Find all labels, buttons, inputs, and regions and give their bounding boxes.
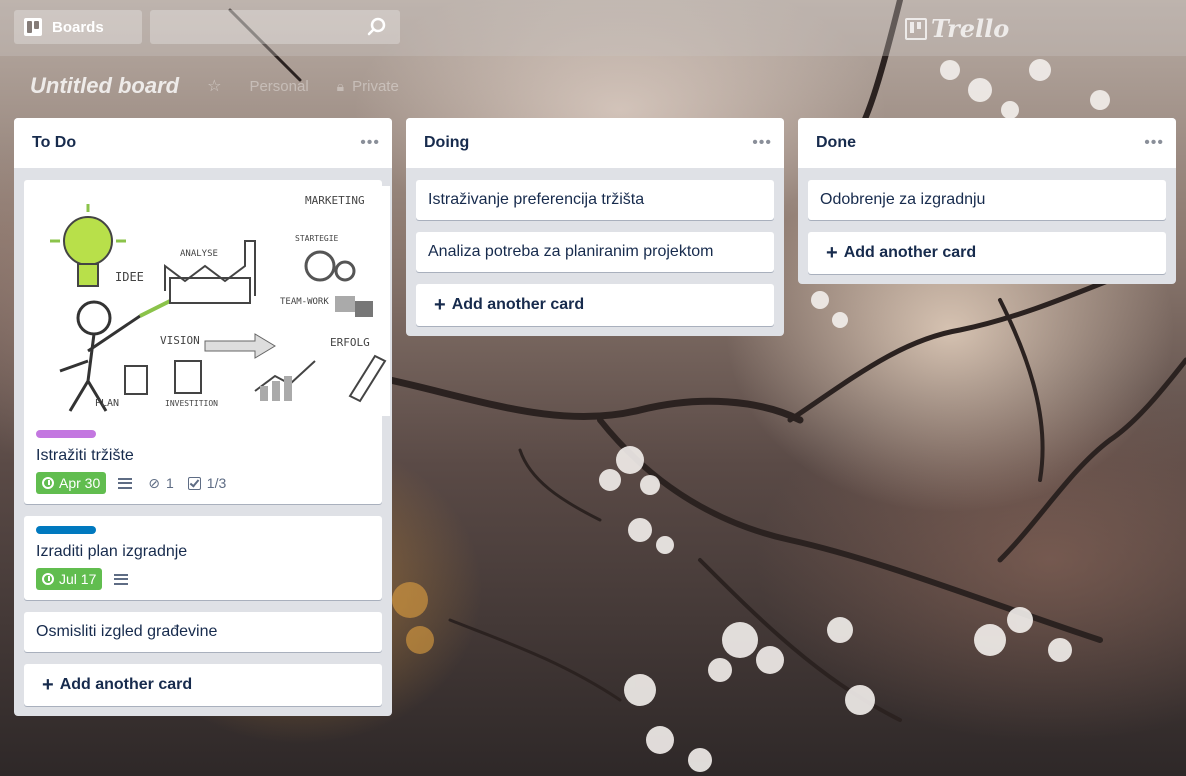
card-izraditi-plan[interactable]: Izraditi plan izgradnje Jul 17 — [24, 516, 382, 600]
cover-word: ERFOLG — [330, 336, 370, 349]
list-done: Done ••• Odobrenje za izgradnju + Add an… — [798, 118, 1176, 284]
boards-button-label: Boards — [52, 18, 104, 36]
board-header: Untitled board ☆ Personal 🔒︎ Private — [0, 66, 700, 106]
checklist-icon — [187, 476, 201, 490]
card-title: Istraživanje preferencija tržišta — [428, 191, 645, 208]
list-header[interactable]: Doing ••• — [406, 118, 784, 168]
card-title: Izraditi plan izgradnje — [36, 543, 188, 560]
card-title: Osmisliti izgled građevine — [36, 623, 218, 640]
add-card-label: Add another card — [843, 244, 977, 261]
card-badges: Jul 17 — [36, 568, 372, 590]
list-header[interactable]: Done ••• — [798, 118, 1176, 168]
top-header: Boards Trello — [0, 0, 1186, 56]
more-icon[interactable]: ••• — [752, 134, 772, 152]
paperclip-icon: ⊘ — [148, 475, 160, 491]
trello-logo[interactable]: Trello — [905, 14, 1009, 43]
add-card-label: Add another card — [451, 296, 585, 313]
trello-logo-icon — [905, 17, 927, 40]
card-label[interactable] — [36, 430, 96, 438]
search-input[interactable] — [150, 10, 400, 44]
card-list: Odobrenje za izgradnju + Add another car… — [798, 168, 1176, 284]
add-card-button[interactable]: + Add another card — [416, 284, 774, 326]
more-icon[interactable]: ••• — [360, 134, 380, 152]
description-icon — [114, 573, 129, 585]
card-list: MARKETING ANALYSE STARTEGIE IDEE TEAM-WO… — [14, 168, 392, 716]
cover-word: MARKETING — [305, 194, 365, 207]
card-analiza-potreba[interactable]: Analiza potreba za planiranim projektom — [416, 232, 774, 272]
checklist-count: 1/3 — [206, 475, 227, 491]
logo-text: Trello — [931, 14, 1010, 43]
card-cover-image: MARKETING ANALYSE STARTEGIE IDEE TEAM-WO… — [30, 186, 390, 416]
more-icon[interactable]: ••• — [1144, 134, 1164, 152]
attachment-count: 1 — [165, 475, 174, 491]
card-badges: Apr 30 ⊘ 1 1/3 — [36, 472, 372, 494]
add-card-button[interactable]: + Add another card — [24, 664, 382, 706]
plus-icon: + — [42, 673, 54, 696]
card-title: Analiza potreba za planiranim projektom — [428, 243, 714, 260]
card-osmisliti-izgled[interactable]: Osmisliti izgled građevine — [24, 612, 382, 652]
list-title[interactable]: Done — [816, 134, 856, 152]
plus-icon: + — [826, 241, 838, 264]
card-title: Istražiti tržište — [36, 447, 134, 464]
cover-word: VISION — [160, 334, 200, 347]
cover-word: INVESTITION — [165, 399, 218, 408]
board-icon — [24, 18, 42, 36]
list-title[interactable]: To Do — [32, 134, 76, 152]
card-label[interactable] — [36, 526, 96, 534]
clock-icon — [42, 477, 54, 489]
card-istraziti-trziste[interactable]: MARKETING ANALYSE STARTEGIE IDEE TEAM-WO… — [24, 180, 390, 504]
cover-word: ANALYSE — [180, 249, 218, 259]
add-card-label: Add another card — [59, 676, 193, 693]
cover-word: IDEE — [115, 270, 144, 284]
card-title: Odobrenje za izgradnju — [820, 191, 986, 208]
cover-word: STARTEGIE — [295, 234, 339, 243]
due-date-badge[interactable]: Jul 17 — [36, 568, 103, 590]
due-date-badge[interactable]: Apr 30 — [36, 472, 107, 494]
visibility-button[interactable]: 🔒︎ Private — [337, 78, 399, 95]
list-doing: Doing ••• Istraživanje preferencija trži… — [406, 118, 784, 336]
cover-word: PLAN — [95, 398, 119, 409]
add-card-button[interactable]: + Add another card — [808, 232, 1166, 274]
list-title[interactable]: Doing — [424, 134, 469, 152]
boards-button[interactable]: Boards — [14, 10, 142, 44]
plus-icon: + — [434, 293, 446, 316]
card-istrazivanje-preferencija[interactable]: Istraživanje preferencija tržišta — [416, 180, 774, 220]
due-date-text: Jul 17 — [59, 571, 97, 587]
card-odobrenje[interactable]: Odobrenje za izgradnju — [808, 180, 1166, 220]
description-icon — [118, 477, 133, 489]
visibility-label: Private — [352, 77, 399, 95]
due-date-text: Apr 30 — [59, 475, 101, 491]
team-button[interactable]: Personal — [249, 78, 308, 95]
star-button[interactable]: ☆ — [207, 76, 221, 96]
cover-word: TEAM-WORK — [280, 297, 329, 307]
lock-icon: 🔒︎ — [336, 77, 345, 94]
star-icon: ☆ — [207, 78, 222, 95]
list-header[interactable]: To Do ••• — [14, 118, 392, 168]
card-list: Istraživanje preferencija tržišta Analiz… — [406, 168, 784, 336]
clock-icon — [42, 573, 54, 585]
list-to-do: To Do ••• MARKETING ANALYSE STARTEGIE ID… — [14, 118, 392, 716]
search-icon — [367, 17, 386, 36]
board-title[interactable]: Untitled board — [30, 73, 179, 99]
